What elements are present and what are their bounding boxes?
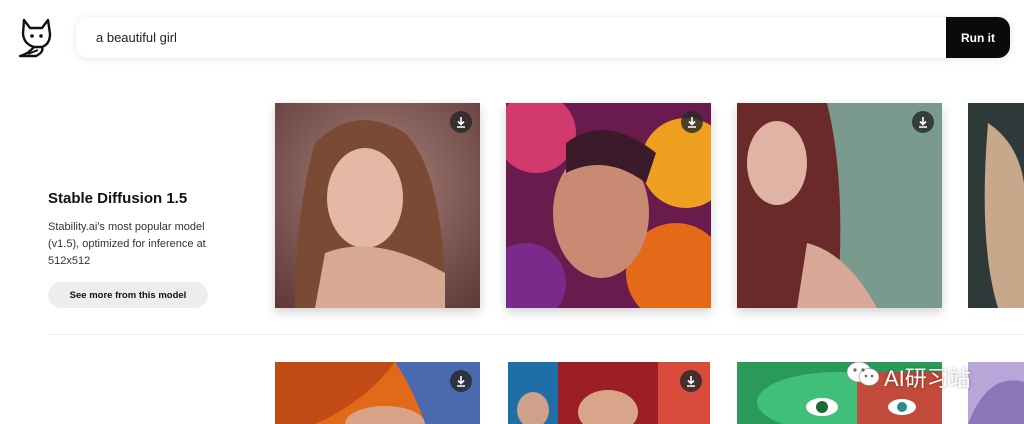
download-icon[interactable] — [912, 111, 934, 133]
generated-image-2[interactable] — [506, 103, 711, 308]
wechat-icon — [846, 360, 880, 394]
prompt-input[interactable] — [76, 16, 946, 59]
portrait-image — [275, 362, 480, 424]
portrait-image — [968, 103, 1024, 308]
download-icon[interactable] — [680, 370, 702, 392]
generated-image-8-partial[interactable] — [968, 362, 1024, 424]
portrait-image — [506, 103, 711, 308]
generated-image-6[interactable] — [508, 362, 710, 424]
download-icon[interactable] — [450, 111, 472, 133]
download-icon[interactable] — [450, 370, 472, 392]
watermark: AI研习站 — [846, 360, 971, 394]
portrait-image — [968, 362, 1024, 424]
prompt-search-bar: Run it — [76, 16, 1010, 59]
model-description: Stability.ai's most popular model (v1.5)… — [48, 221, 206, 267]
watermark-text: AI研习站 — [884, 366, 971, 391]
generated-image-4-partial[interactable] — [968, 103, 1024, 308]
section-divider — [48, 334, 1024, 335]
generated-image-3[interactable] — [737, 103, 942, 308]
download-icon[interactable] — [681, 111, 703, 133]
model-info: Stable Diffusion 1.5 Stability.ai's most… — [48, 190, 238, 270]
model-title: Stable Diffusion 1.5 — [48, 190, 188, 207]
generated-image-5[interactable] — [275, 362, 480, 424]
portrait-image — [737, 103, 942, 308]
generated-image-1[interactable] — [275, 103, 480, 308]
cat-logo-icon[interactable] — [14, 14, 58, 60]
see-more-button[interactable]: See more from this model — [48, 282, 208, 308]
portrait-image — [275, 103, 480, 308]
portrait-image — [508, 362, 710, 424]
run-it-button[interactable]: Run it — [946, 17, 1010, 58]
